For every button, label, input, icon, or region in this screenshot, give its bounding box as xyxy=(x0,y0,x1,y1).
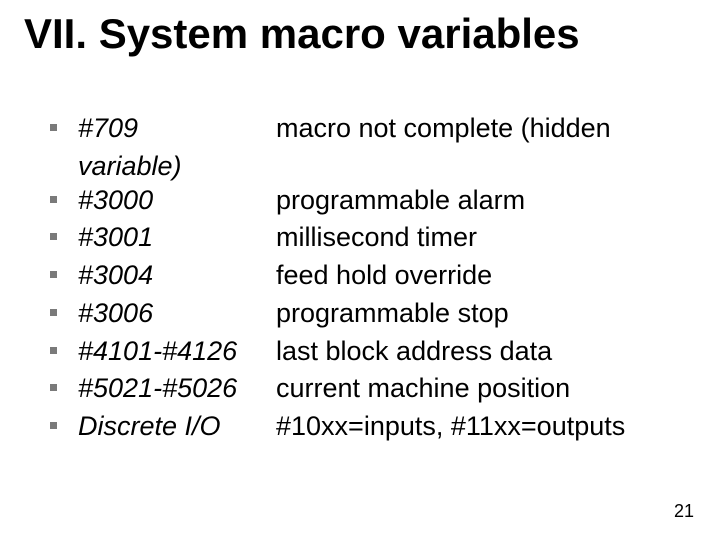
macro-variable: #3001 xyxy=(78,221,276,255)
list-item: #3006 programmable stop xyxy=(50,297,690,331)
list-item: #3000 programmable alarm xyxy=(50,184,690,218)
macro-description: last block address data xyxy=(276,335,690,369)
bullet-icon xyxy=(50,112,78,131)
bullet-icon xyxy=(50,372,78,391)
macro-description: #10xx=inputs, #11xx=outputs xyxy=(276,410,690,444)
page-number: 21 xyxy=(674,501,694,522)
macro-variable: Discrete I/O xyxy=(78,410,276,444)
macro-description: macro not complete (hidden xyxy=(276,112,690,146)
macro-variable: #3004 xyxy=(78,259,276,293)
macro-variable: #3000 xyxy=(78,184,276,218)
list-item: Discrete I/O #10xx=inputs, #11xx=outputs xyxy=(50,410,690,444)
macro-description: feed hold override xyxy=(276,259,690,293)
list-item: #3001 millisecond timer xyxy=(50,221,690,255)
list-item: #3004 feed hold override xyxy=(50,259,690,293)
list-item: #709 macro not complete (hidden xyxy=(50,112,690,146)
bullet-icon xyxy=(50,410,78,429)
list-item: #4101-#4126 last block address data xyxy=(50,335,690,369)
macro-variable: #709 xyxy=(78,112,276,146)
slide-title: VII. System macro variables xyxy=(24,10,696,58)
macro-variable: #4101-#4126 xyxy=(78,335,276,369)
bullet-icon xyxy=(50,184,78,203)
bullet-icon xyxy=(50,221,78,240)
macro-description: programmable alarm xyxy=(276,184,690,218)
macro-variable: #3006 xyxy=(78,297,276,331)
bullet-icon xyxy=(50,297,78,316)
slide: VII. System macro variables #709 macro n… xyxy=(0,0,720,540)
bullet-icon xyxy=(50,335,78,354)
macro-description: millisecond timer xyxy=(276,221,690,255)
macro-variable-wrap: variable) xyxy=(50,150,690,184)
macro-variable: #5021-#5026 xyxy=(78,372,276,406)
bullet-icon xyxy=(50,259,78,278)
macro-description: current machine position xyxy=(276,372,690,406)
slide-body: #709 macro not complete (hidden variable… xyxy=(50,112,690,448)
macro-description: programmable stop xyxy=(276,297,690,331)
list-item: #5021-#5026 current machine position xyxy=(50,372,690,406)
